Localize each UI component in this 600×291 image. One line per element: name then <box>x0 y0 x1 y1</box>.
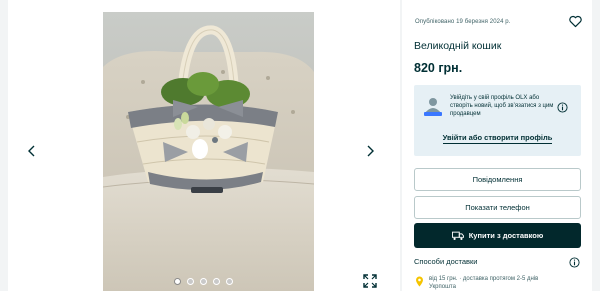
info-icon[interactable] <box>557 102 568 113</box>
login-prompt-text: Увійдіть у свій профіль OLX або створіть… <box>450 95 554 118</box>
buy-with-delivery-button[interactable]: Купити з доставкою <box>414 223 581 248</box>
pagination-dot[interactable] <box>187 278 194 285</box>
pagination-dot[interactable] <box>200 278 207 285</box>
show-phone-button[interactable]: Показати телефон <box>414 196 581 219</box>
message-button[interactable]: Повідомлення <box>414 168 581 191</box>
truck-icon <box>451 231 464 240</box>
info-icon[interactable] <box>569 257 580 268</box>
heart-icon[interactable] <box>569 15 582 28</box>
listing-price: 820 грн. <box>414 61 463 75</box>
delivery-title: Способи доставки <box>414 257 478 266</box>
chevron-right-icon <box>367 145 374 157</box>
pagination-dot[interactable] <box>226 278 233 285</box>
user-card-icon <box>424 98 442 116</box>
basket-photo-illustration <box>103 12 314 291</box>
login-prompt-box: Увійдіть у свій профіль OLX або створіть… <box>414 85 581 156</box>
image-gallery <box>8 0 400 291</box>
fullscreen-icon[interactable] <box>363 274 377 288</box>
delivery-text: від 15 грн. · доставка протягом 2-5 днів… <box>429 276 579 291</box>
previous-image-button[interactable] <box>22 141 42 161</box>
chevron-left-icon <box>28 145 35 157</box>
location-pin-icon <box>416 276 423 287</box>
listing-details: Опубліковано 19 березня 2024 р. Великодн… <box>402 0 592 291</box>
login-or-register-link[interactable]: Увійти або створити профіль <box>442 133 553 144</box>
gallery-pagination <box>174 278 233 285</box>
pagination-dot[interactable] <box>213 278 220 285</box>
next-image-button[interactable] <box>360 141 380 161</box>
delivery-option: від 15 грн. · доставка протягом 2-5 днів… <box>415 276 579 291</box>
listing-title: Великодній кошик <box>414 40 502 52</box>
listing-photo[interactable] <box>103 12 314 291</box>
buy-button-label: Купити з доставкою <box>468 231 544 240</box>
login-or-register-link-wrapper: Увійти або створити профіль <box>414 133 581 144</box>
delivery-carrier: Укрпошта <box>429 283 456 290</box>
delivery-price-line: від 15 грн. · доставка протягом 2-5 днів <box>429 276 539 282</box>
published-date: Опубліковано 19 березня 2024 р. <box>415 19 511 25</box>
pagination-dot[interactable] <box>174 278 181 285</box>
